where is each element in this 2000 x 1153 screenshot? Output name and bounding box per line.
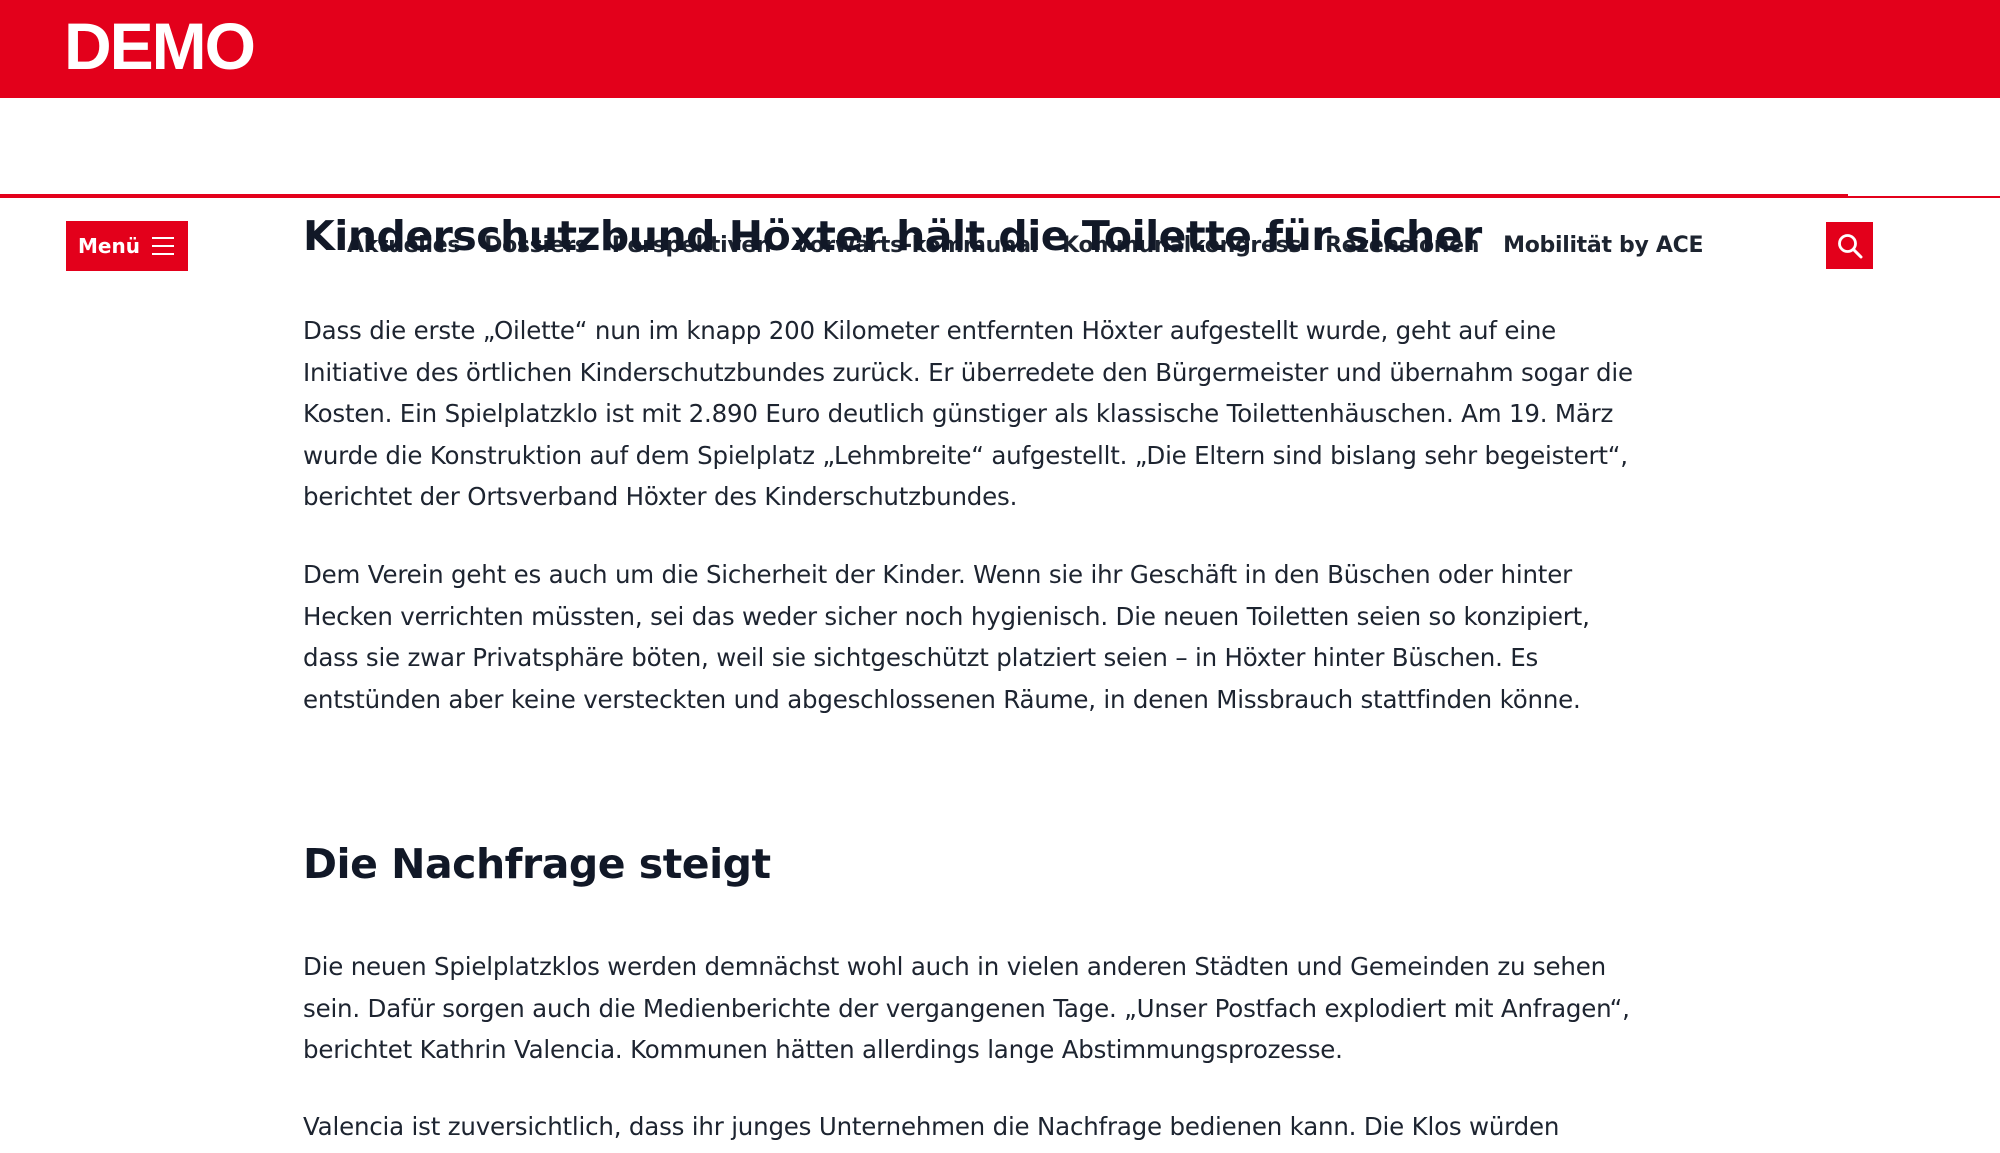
section-heading: Kinderschutzbund Höxter hält die Toilett…	[303, 212, 1482, 260]
nav-divider-right	[1848, 196, 2000, 198]
nav-divider	[0, 194, 1848, 198]
hamburger-icon	[152, 237, 174, 255]
site-logo[interactable]: DEMO	[64, 8, 256, 84]
article-paragraph: Dass die erste „Oilette“ nun im knapp 20…	[303, 316, 1633, 512]
article-paragraph: Dem Verein geht es auch um die Sicherhei…	[303, 560, 1590, 714]
main-navigation: Menü Aktuelles Dossiers Perspektiven vor…	[0, 98, 2000, 271]
section-heading: Die Nachfrage steigt	[303, 840, 771, 888]
article-paragraph: Die neuen Spielplatzklos werden demnächs…	[303, 952, 1630, 1065]
nav-item-mobilitaet-by-ace[interactable]: Mobilität by ACE	[1503, 231, 1703, 261]
search-button[interactable]	[1826, 222, 1873, 269]
top-banner: DEMO	[0, 0, 2000, 98]
menu-button-label: Menü	[78, 234, 140, 258]
search-icon	[1838, 234, 1863, 259]
article-paragraph: Valencia ist zuversichtlich, dass ihr ju…	[303, 1112, 1560, 1141]
menu-button[interactable]: Menü	[66, 221, 188, 271]
